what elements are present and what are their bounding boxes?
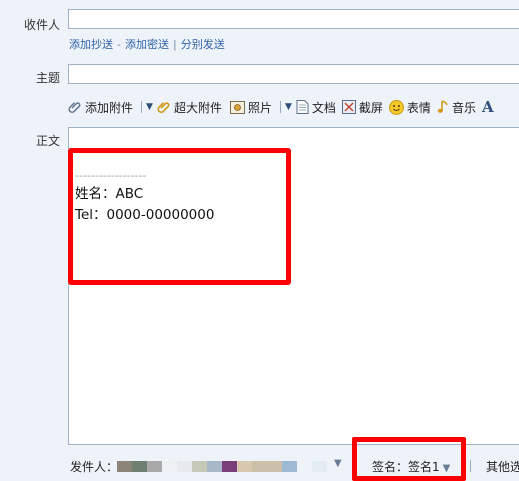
attach-dropdown-icon[interactable]: ▼	[146, 102, 153, 112]
font-format-icon[interactable]: A	[482, 98, 494, 116]
redacted-block	[132, 461, 147, 472]
signature-highlight-box	[68, 148, 291, 285]
big-attach-label: 超大附件	[173, 100, 222, 115]
emoji-button[interactable]: 表情	[388, 99, 431, 116]
link-separator: -	[117, 38, 121, 51]
big-attach-button[interactable]: 超大附件	[157, 99, 222, 116]
paperclip-icon	[68, 102, 81, 113]
redacted-block	[192, 461, 207, 472]
attach-label: 添加附件	[85, 100, 134, 115]
footer-divider	[470, 460, 471, 472]
music-note-icon	[437, 100, 448, 113]
editor-toolbar: 添加附件 ▼ 超大附件 照片 ▼ 文档 截屏 表情 音乐 A	[68, 97, 494, 117]
redacted-block	[282, 461, 297, 472]
doc-label: 文档	[311, 100, 336, 115]
screenshot-button[interactable]: 截屏	[341, 99, 383, 116]
emoji-label: 表情	[406, 100, 431, 115]
photo-icon	[229, 100, 245, 114]
music-button[interactable]: 音乐	[437, 99, 476, 116]
paperclip-gold-icon	[157, 102, 170, 113]
add-cc-link[interactable]: 添加抄送	[69, 36, 113, 52]
photo-label: 照片	[247, 100, 272, 115]
scissors-screen-icon	[341, 100, 356, 114]
add-bcc-link[interactable]: 添加密送	[125, 36, 169, 52]
signature-select-highlight-box	[352, 437, 466, 481]
attach-button[interactable]: 添加附件	[68, 99, 133, 116]
document-icon	[296, 100, 309, 114]
separate-send-link[interactable]: 分别发送	[181, 36, 225, 52]
toolbar-divider	[141, 101, 143, 113]
redacted-block	[117, 461, 132, 472]
sender-dropdown-icon[interactable]: ▼	[334, 458, 342, 469]
redacted-block	[252, 461, 282, 472]
link-separator: |	[172, 38, 177, 51]
redacted-block	[162, 461, 177, 472]
redacted-block	[312, 461, 327, 472]
sender-label: 发件人：	[70, 460, 119, 474]
redacted-block	[237, 461, 252, 472]
body-label: 正文	[35, 134, 60, 148]
other-options-link[interactable]: 其他选	[486, 458, 519, 475]
recipient-label: 收件人	[23, 18, 60, 32]
subject-label: 主题	[35, 71, 60, 85]
recipient-links: 添加抄送 - 添加密送 | 分别发送	[69, 36, 225, 52]
smiley-icon	[388, 99, 404, 115]
redacted-block	[207, 461, 222, 472]
recipient-input[interactable]	[68, 9, 519, 29]
music-label: 音乐	[451, 100, 476, 115]
redacted-block	[147, 461, 162, 472]
redacted-block	[177, 461, 192, 472]
doc-button[interactable]: 文档	[296, 99, 336, 116]
redacted-block	[222, 461, 237, 472]
subject-input[interactable]	[68, 64, 519, 84]
toolbar-divider	[279, 101, 281, 113]
photo-dropdown-icon[interactable]: ▼	[285, 102, 292, 112]
screenshot-label: 截屏	[358, 100, 383, 115]
photo-button[interactable]: 照片	[229, 99, 272, 116]
